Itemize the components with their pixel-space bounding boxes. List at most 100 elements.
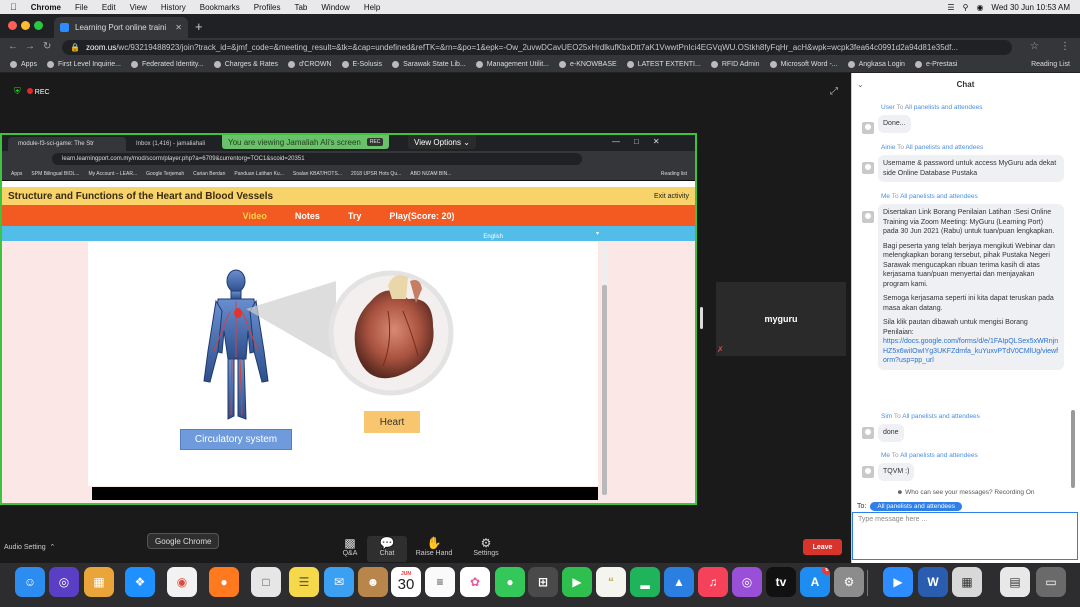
raise-hand-button[interactable]: ✋ Raise Hand — [414, 536, 454, 557]
course-nav: Video Notes Try Play(Score: 20) — [2, 205, 695, 226]
fullscreen-expand-icon[interactable]: ⤢ — [830, 86, 838, 97]
people-icon: ☻ — [896, 489, 904, 496]
apple-tv-icon[interactable]: tv — [766, 567, 796, 597]
chat-message: Sim To All panelists and attendees done — [856, 413, 1068, 442]
window-close-button[interactable] — [8, 21, 17, 30]
finder-icon[interactable]: ☺ — [15, 567, 45, 597]
contacts-icon[interactable]: ☻ — [358, 567, 388, 597]
trash-icon[interactable]: ▭ — [1036, 567, 1066, 597]
bookmark-item[interactable]: Management Utilit... — [475, 61, 549, 68]
numbers-icon[interactable]: ▂ — [630, 567, 660, 597]
apps-grid-icon — [10, 61, 17, 68]
firefox-icon[interactable]: ● — [209, 567, 239, 597]
menu-tab[interactable]: Tab — [294, 3, 307, 12]
browser-tab-active[interactable]: Learning Port online traini ✕ — [54, 17, 188, 38]
participant-tile[interactable]: myguru — [716, 282, 846, 356]
control-center-icon[interactable]: ◉ — [976, 3, 983, 12]
who-can-see-notice[interactable]: ☻ Who can see your messages? Recording O… — [851, 489, 1080, 496]
bookmark-star-icon[interactable]: ☆ — [1030, 41, 1039, 52]
avatar — [862, 162, 874, 174]
bookmark-item[interactable]: Federated Identity... — [131, 61, 204, 68]
chat-message-list: User To All panelists and attendees Done… — [856, 100, 1068, 490]
podcasts-icon[interactable]: ◎ — [732, 567, 762, 597]
notes-icon[interactable]: ☰ — [289, 567, 319, 597]
music-icon[interactable]: ♫ — [698, 567, 728, 597]
bookmark-item[interactable]: d'CROWN — [288, 61, 332, 68]
bookmark-item[interactable]: LATEST EXTENTI... — [626, 61, 701, 68]
menu-app[interactable]: Chrome — [31, 3, 61, 12]
search-icon[interactable]: ⚲ — [963, 3, 969, 12]
reminders-icon[interactable]: ≡ — [425, 567, 455, 597]
bookmark-item[interactable]: E-Solusis — [341, 61, 382, 68]
form-link[interactable]: https://docs.google.com/forms/d/e/1FAIpQ… — [883, 338, 1058, 364]
bookmark-item[interactable]: First Level Inquirie... — [46, 61, 121, 68]
chat-scrollbar[interactable] — [1071, 410, 1075, 488]
forward-icon[interactable]: → — [25, 41, 35, 52]
new-tab-icon[interactable]: + — [195, 19, 203, 34]
message-text: done — [878, 424, 904, 442]
mail-icon[interactable]: ✉ — [324, 567, 354, 597]
reload-icon[interactable]: ↻ — [43, 41, 51, 52]
facetime-icon[interactable]: ▶ — [562, 567, 592, 597]
calculator-icon[interactable]: ⊞ — [528, 567, 558, 597]
audio-setting-button[interactable]: Audio Setting ⌃ — [4, 543, 55, 551]
pages-icon[interactable]: “ — [596, 567, 626, 597]
photos-icon[interactable]: ✿ — [460, 567, 490, 597]
view-options-button[interactable]: View Options ⌄ — [408, 135, 476, 149]
muted-mic-icon: ✗ — [717, 345, 724, 354]
chat-button[interactable]: 💬 Chat — [367, 536, 407, 562]
chrome-icon[interactable]: ◉ — [167, 567, 197, 597]
settings-button[interactable]: ⚙ Settings — [466, 536, 506, 557]
siri-icon[interactable]: ◎ — [49, 567, 79, 597]
window-minimize-button[interactable] — [21, 21, 30, 30]
calendar-icon[interactable]: JUN 30 — [391, 567, 421, 597]
messages-icon[interactable]: ● — [495, 567, 525, 597]
bookmark-apps[interactable]: Apps — [10, 61, 37, 68]
safari-icon[interactable]: ❖ — [125, 567, 155, 597]
recipient-select[interactable]: All panelists and attendees — [870, 502, 963, 511]
menu-edit[interactable]: Edit — [102, 3, 116, 12]
downloads-stack-icon[interactable]: ▤ — [1000, 567, 1030, 597]
bookmark-item[interactable]: RFID Admin — [710, 61, 760, 68]
message-header: Ainie To All panelists and attendees — [881, 144, 984, 151]
wifi-icon[interactable]: ☰ — [947, 3, 954, 12]
bookmark-item[interactable]: Angkasa Login — [847, 61, 905, 68]
word-icon[interactable]: W — [918, 567, 948, 597]
panel-resize-handle[interactable] — [700, 307, 703, 329]
launchpad-icon[interactable]: ▦ — [84, 567, 114, 597]
chat-message-input[interactable]: Type message here ... — [852, 512, 1078, 560]
leave-button[interactable]: Leave — [803, 539, 842, 555]
menubar-clock[interactable]: Wed 30 Jun 10:53 AM — [991, 3, 1070, 12]
shared-bookmarks-bar: Apps SPM Bilingual BIOL... My Account – … — [2, 167, 695, 181]
bookmark-item[interactable]: Sarawak State Lib... — [392, 61, 466, 68]
chrome-menu-icon[interactable]: ⋮ — [1060, 41, 1070, 52]
reading-list[interactable]: Reading List — [1031, 61, 1070, 68]
menu-bookmarks[interactable]: Bookmarks — [200, 3, 240, 12]
menu-file[interactable]: File — [75, 3, 88, 12]
apple-menu-icon[interactable]:  — [10, 2, 17, 12]
menu-help[interactable]: Help — [364, 3, 380, 12]
menu-view[interactable]: View — [130, 3, 147, 12]
system-preferences-icon[interactable]: ⚙ — [834, 567, 864, 597]
preview-icon[interactable]: ▦ — [952, 567, 982, 597]
window-zoom-button[interactable] — [34, 21, 43, 30]
app-store-icon[interactable]: A6 — [800, 567, 830, 597]
bookmark-item[interactable]: e-Prestasi — [914, 61, 957, 68]
menu-history[interactable]: History — [161, 3, 186, 12]
back-icon[interactable]: ← — [8, 41, 18, 52]
document-icon[interactable]: □ — [251, 567, 281, 597]
chat-message: Ainie To All panelists and attendees Use… — [856, 144, 1068, 182]
bookmark-item[interactable]: Microsoft Word -... — [769, 61, 838, 68]
menu-profiles[interactable]: Profiles — [254, 3, 281, 12]
bookmark-favicon-icon — [710, 61, 718, 68]
message-text: Username & password untuk access MyGuru … — [878, 155, 1064, 182]
keynote-icon[interactable]: ▲ — [664, 567, 694, 597]
bookmark-item[interactable]: e-KNOWBASE — [559, 61, 617, 68]
app-store-badge: 6 — [822, 567, 830, 575]
menu-window[interactable]: Window — [321, 3, 349, 12]
qa-button[interactable]: ▩ Q&A — [330, 536, 370, 557]
bookmark-item[interactable]: Charges & Rates — [213, 61, 278, 68]
address-bar[interactable]: 🔒 zoom.us /wc/93219488923/join?track_id=… — [62, 40, 1012, 55]
tab-close-icon[interactable]: ✕ — [175, 23, 182, 32]
zoom-icon[interactable]: ▶ — [883, 567, 913, 597]
